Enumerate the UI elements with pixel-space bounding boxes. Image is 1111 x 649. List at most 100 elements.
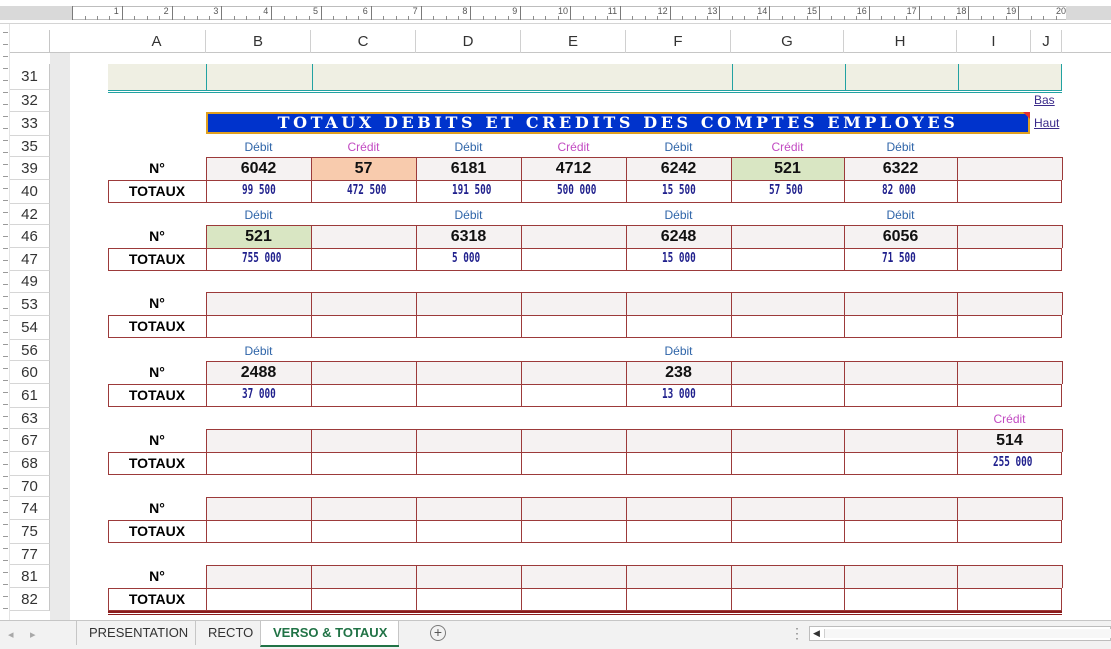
tab-recto[interactable]: RECTO: [195, 621, 265, 645]
row-header-74[interactable]: 74: [10, 497, 50, 520]
column-header-e[interactable]: E: [521, 30, 626, 53]
tab-split-handle-icon[interactable]: ⋮: [790, 625, 804, 642]
column-header-j[interactable]: J: [1031, 30, 1062, 53]
horizontal-scrollbar[interactable]: ◀: [809, 626, 1111, 641]
ruler-tick: [993, 16, 995, 20]
row-header-60[interactable]: 60: [10, 361, 50, 384]
cell-border: [521, 520, 626, 543]
cell-border: [731, 315, 844, 338]
tab-scroll-left-icon[interactable]: ◂: [8, 628, 14, 641]
row-header-47[interactable]: 47: [10, 248, 50, 271]
row-header-35[interactable]: 35: [10, 136, 50, 157]
ruler-tick: [221, 6, 223, 20]
vruler-tick: [3, 32, 8, 33]
vruler-tick: [3, 80, 8, 81]
ruler-tick: [594, 16, 596, 20]
vruler-tick: [3, 392, 8, 393]
row-header-68[interactable]: 68: [10, 452, 50, 476]
ruler-tick: [881, 16, 883, 20]
row-header-39[interactable]: 39: [10, 157, 50, 180]
cell-border: [311, 361, 416, 384]
cell-border: [957, 292, 1062, 315]
column-header-f[interactable]: F: [626, 30, 731, 53]
row-header-49[interactable]: 49: [10, 271, 50, 293]
cell-border: [416, 157, 521, 180]
ruler-tick: [308, 16, 310, 20]
ruler-tick: [208, 16, 210, 20]
row-header-81[interactable]: 81: [10, 565, 50, 588]
ruler-tick: [657, 16, 659, 20]
cell-border: [844, 361, 957, 384]
vruler-tick: [3, 584, 8, 585]
scroll-left-arrow-icon[interactable]: ◀: [813, 628, 820, 639]
row-header-70[interactable]: 70: [10, 476, 50, 497]
cell-border: [1062, 292, 1063, 315]
column-header-a[interactable]: A: [108, 30, 206, 53]
cell-border: [206, 429, 311, 452]
row-header-82[interactable]: 82: [10, 588, 50, 611]
cell-border: [844, 292, 957, 315]
row-header-31[interactable]: 31: [10, 64, 50, 90]
row-header-67[interactable]: 67: [10, 429, 50, 452]
tab-verso-totaux[interactable]: VERSO & TOTAUX: [260, 621, 400, 647]
cell-border: [957, 384, 1062, 407]
vruler-tick: [3, 176, 8, 177]
cell-border: [521, 315, 626, 338]
row-header-75[interactable]: 75: [10, 520, 50, 544]
cell-border: [957, 588, 1062, 611]
column-header-g[interactable]: G: [731, 30, 844, 53]
column-header-i[interactable]: I: [957, 30, 1031, 53]
row-label-n: N°: [149, 364, 165, 380]
row-header-77[interactable]: 77: [10, 544, 50, 565]
vruler-tick: [3, 536, 8, 537]
row-header-54[interactable]: 54: [10, 316, 50, 340]
row-header-46[interactable]: 46: [10, 225, 50, 248]
row-header-42[interactable]: 42: [10, 204, 50, 225]
ruler-tick: [445, 16, 447, 20]
ruler-tick: [171, 6, 173, 20]
column-header-c[interactable]: C: [311, 30, 416, 53]
ruler-tick: [408, 16, 410, 20]
column-header-b[interactable]: B: [206, 30, 311, 53]
ruler-tick: [806, 16, 808, 20]
cell-border: [626, 180, 731, 203]
ruler-tick: [943, 16, 945, 20]
vruler-tick: [3, 248, 8, 249]
cell-border: [844, 588, 957, 611]
ruler-tick: [358, 16, 360, 20]
row-header-53[interactable]: 53: [10, 293, 50, 316]
tab-presentation[interactable]: PRESENTATION: [76, 621, 200, 645]
row-header-40[interactable]: 40: [10, 180, 50, 204]
haut-link[interactable]: Haut: [1034, 116, 1059, 130]
ruler-number: 8: [462, 6, 468, 16]
ruler-tick: [794, 16, 796, 20]
ruler-margin-right: [1066, 6, 1111, 20]
ruler-tick: [470, 6, 472, 20]
tab-scroll-right-icon[interactable]: ▸: [30, 628, 36, 641]
cell-border: [1062, 157, 1063, 180]
select-all-corner[interactable]: [10, 30, 50, 53]
row-header-63[interactable]: 63: [10, 408, 50, 429]
cell-border: [206, 225, 311, 248]
totaux-label-cell: [108, 180, 206, 203]
cell-border: [416, 248, 521, 271]
cell-border: [311, 588, 416, 611]
row-header-56[interactable]: 56: [10, 340, 50, 361]
column-header-h[interactable]: H: [844, 30, 957, 53]
add-sheet-icon[interactable]: +: [430, 625, 446, 641]
vruler-tick: [3, 500, 8, 501]
vruler-tick: [3, 164, 8, 165]
row-header-32[interactable]: 32: [10, 90, 50, 112]
cell-border: [957, 520, 1062, 543]
cell-border: [521, 497, 626, 520]
column-header-d[interactable]: D: [416, 30, 521, 53]
vruler-tick: [3, 548, 8, 549]
cell-border: [626, 384, 731, 407]
ruler-margin-left: [0, 6, 72, 20]
row-header-61[interactable]: 61: [10, 384, 50, 408]
entry-kind-label: Débit: [244, 140, 273, 154]
row-header-33[interactable]: 33: [10, 112, 50, 136]
ruler-number: 7: [412, 6, 418, 16]
bas-link[interactable]: Bas: [1034, 93, 1055, 107]
scrollbar-thumb[interactable]: [824, 629, 1111, 638]
